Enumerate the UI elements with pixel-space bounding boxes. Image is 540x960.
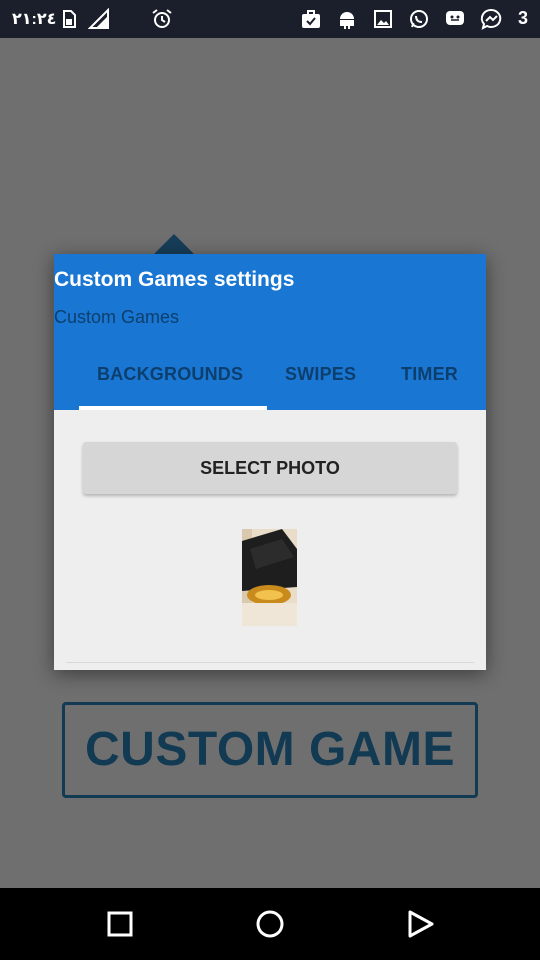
custom-game-button[interactable]: CUSTOM GAME <box>62 702 478 798</box>
messenger-icon <box>480 8 502 30</box>
dialog-header: Custom Games settings Custom Games BACKG… <box>54 254 486 410</box>
recents-square-icon[interactable] <box>104 908 136 940</box>
tab-timer[interactable]: TIMER <box>401 364 458 385</box>
signal-icon <box>88 8 109 29</box>
dialog-title: Custom Games settings <box>54 268 295 291</box>
briefcase-check-icon <box>302 10 320 28</box>
navigation-bar <box>0 888 540 960</box>
chat-bubble-icon <box>446 11 464 25</box>
select-photo-button[interactable]: SELECT PHOTO <box>83 442 457 494</box>
notification-count: 3 <box>517 8 528 28</box>
image-icon <box>374 10 392 28</box>
background-photo-thumbnail[interactable] <box>242 529 297 626</box>
tab-swipes[interactable]: SWIPES <box>285 364 356 385</box>
status-time: ٢١:٢٤ <box>12 11 57 28</box>
sim-card-icon <box>63 10 76 28</box>
settings-dialog: Custom Games settings Custom Games BACKG… <box>54 254 486 670</box>
android-icon <box>340 12 354 29</box>
status-bar: ٢١:٢٤ 3 <box>0 0 540 38</box>
tab-indicator <box>79 406 267 410</box>
whatsapp-icon <box>410 10 428 28</box>
tab-backgrounds[interactable]: BACKGROUNDS <box>97 364 243 385</box>
dialog-subtitle: Custom Games <box>54 307 180 327</box>
dialog-divider <box>66 662 474 663</box>
home-circle-icon[interactable] <box>254 908 286 940</box>
alarm-icon <box>152 9 172 28</box>
back-triangle-icon[interactable] <box>404 908 436 940</box>
